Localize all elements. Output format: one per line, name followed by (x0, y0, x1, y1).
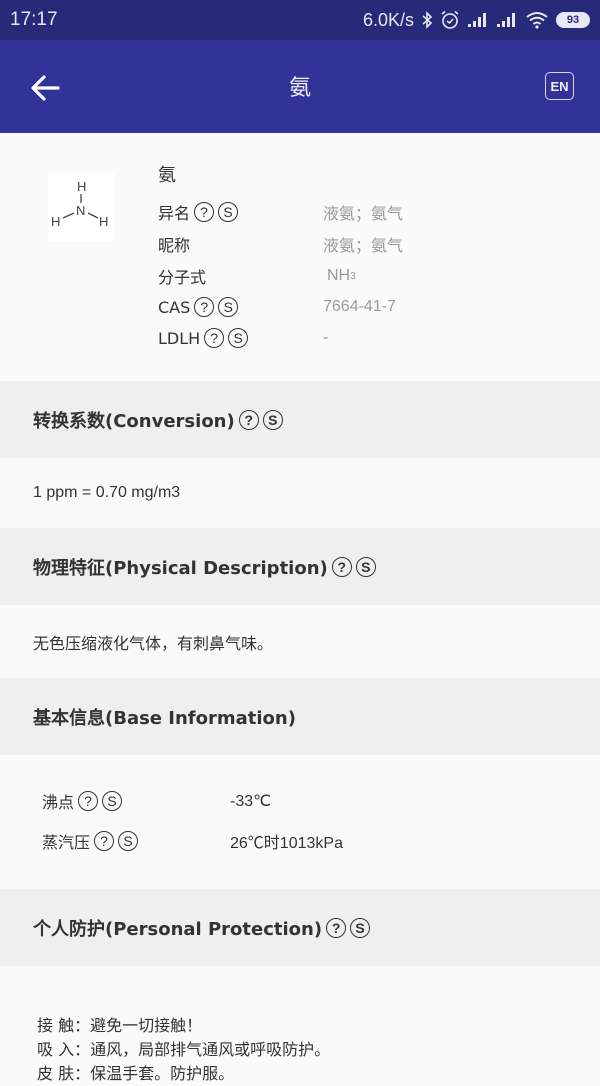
protection-line: 吸 入：通风，局部排气通风或呼吸防护。 (37, 1040, 331, 1059)
section-title: 物理特征(Physical Description) (33, 557, 328, 579)
base-info-row: 蒸汽压 ? S 26℃时1013kPa (0, 821, 600, 861)
section-title: 转换系数(Conversion) (33, 410, 235, 432)
compound-name: 氨 (158, 165, 176, 186)
bluetooth-icon (421, 11, 433, 29)
atom-n: N (76, 203, 85, 218)
property-value: 7664-41-7 (323, 298, 396, 315)
search-icon[interactable]: S (218, 202, 239, 222)
property-label: 分子式 (158, 268, 207, 287)
property-value: - (323, 329, 329, 346)
property-formula: 分子式 (158, 263, 206, 289)
property-ldlh: LDLH ? S (158, 325, 249, 351)
section-body-conversion: 1 ppm = 0.70 mg/m3 (0, 458, 600, 528)
compound-summary: H N H H 氨 异名 ? S 液氨；氨气 昵称 液氨；氨气 分子式 NH3 (0, 133, 600, 381)
property-label: 异名 (158, 204, 191, 223)
search-icon[interactable]: S (262, 409, 283, 430)
section-header-conversion: 转换系数(Conversion) ? S (0, 381, 600, 458)
conversion-text: 1 ppm = 0.70 mg/m3 (33, 484, 181, 501)
page-title: 氨 (288, 76, 311, 101)
formula-subscript: 3 (350, 270, 356, 282)
section-body-protection: 接 触：避免一切接触！ 吸 入：通风，局部排气通风或呼吸防护。 皮 肤：保温手套… (0, 966, 600, 1086)
app-bar: 氨 EN (0, 40, 600, 133)
search-icon[interactable]: S (218, 297, 239, 317)
content: H N H H 氨 异名 ? S 液氨；氨气 昵称 液氨；氨气 分子式 NH3 (0, 133, 600, 1086)
signal-icon (467, 12, 489, 28)
property-cas: CAS ? S (158, 294, 239, 320)
physical-description-text: 无色压缩液化气体，有刺鼻气味。 (33, 633, 274, 653)
section-header-physical: 物理特征(Physical Description) ? S (0, 528, 600, 605)
property-label: LDLH (158, 328, 201, 348)
section-body-physical: 无色压缩液化气体，有刺鼻气味。 (0, 605, 600, 678)
property-value: 液氨；氨气 (323, 238, 404, 255)
protection-line: 皮 肤：保温手套。防护服。 (37, 1064, 235, 1083)
section-title: 个人防护(Personal Protection) (33, 918, 323, 940)
search-icon[interactable]: S (102, 791, 123, 811)
status-bar: 17:17 6.0K/s 93 (0, 0, 600, 40)
molecule-structure-image: H N H H (48, 173, 114, 241)
battery-indicator: 93 (556, 12, 590, 28)
row-value: 26℃时1013kPa (230, 835, 343, 852)
status-time: 17:17 (10, 9, 58, 30)
section-title: 基本信息(Base Information) (33, 707, 296, 729)
search-icon[interactable]: S (355, 556, 376, 577)
wifi-icon (525, 11, 549, 29)
help-icon[interactable]: ? (78, 791, 99, 811)
section-body-base-info: 沸点 ? S -33℃ 蒸汽压 ? S 26℃时1013kPa (0, 755, 600, 889)
status-icons: 6.0K/s 93 (363, 10, 590, 31)
search-icon[interactable]: S (228, 328, 249, 348)
net-speed: 6.0K/s (362, 9, 414, 30)
help-icon[interactable]: ? (94, 831, 115, 851)
help-icon[interactable]: ? (194, 297, 215, 317)
atom-h-left: H (51, 214, 60, 229)
protection-line: 接 触：避免一切接触！ (37, 1016, 203, 1035)
signal-icon (496, 12, 518, 28)
search-icon[interactable]: S (350, 917, 371, 938)
alarm-icon (440, 10, 460, 30)
atom-h-right: H (99, 214, 108, 229)
help-icon[interactable]: ? (204, 328, 225, 348)
property-alias: 异名 ? S (158, 199, 239, 225)
language-toggle-button[interactable]: EN (545, 72, 574, 100)
atom-h-top: H (77, 179, 86, 194)
help-icon[interactable]: ? (326, 917, 347, 938)
row-label: 沸点 (42, 793, 75, 812)
row-label: 蒸汽压 (42, 833, 91, 852)
property-value: 液氨；氨气 (323, 206, 404, 223)
property-nickname: 昵称 (158, 231, 190, 257)
property-value: NH 3 (327, 263, 356, 289)
help-icon[interactable]: ? (238, 409, 259, 430)
row-value: -33℃ (230, 793, 272, 810)
property-label: CAS (158, 297, 191, 317)
base-info-row: 沸点 ? S -33℃ (0, 781, 600, 821)
section-header-base-info: 基本信息(Base Information) (0, 678, 600, 755)
property-label: 昵称 (158, 236, 191, 255)
section-header-protection: 个人防护(Personal Protection) ? S (0, 889, 600, 966)
formula-main: NH (327, 267, 351, 284)
search-icon[interactable]: S (118, 831, 139, 851)
help-icon[interactable]: ? (194, 202, 215, 222)
help-icon[interactable]: ? (331, 556, 352, 577)
